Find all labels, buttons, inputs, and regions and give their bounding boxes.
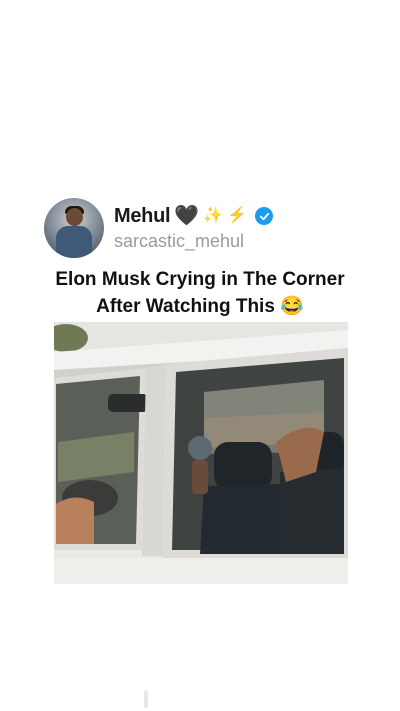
car-window-photo	[54, 322, 348, 584]
author-name[interactable]: Mehul	[114, 205, 171, 228]
black-heart-icon: 🖤	[174, 205, 200, 227]
caption-line-1: Elon Musk Crying in The Corner	[55, 269, 345, 290]
scroll-indicator	[144, 690, 148, 708]
verified-badge-icon	[255, 207, 274, 225]
author-handle[interactable]: sarcastic_mehul	[114, 231, 273, 252]
author-name-row: Mehul 🖤 ✨ ⚡	[114, 205, 274, 228]
sparkles-icon: ✨	[203, 207, 224, 224]
post-video[interactable]	[54, 322, 348, 584]
author-info: Mehul 🖤 ✨ ⚡ sarcastic_mehul	[114, 205, 274, 252]
avatar[interactable]	[44, 198, 104, 258]
caption-line-2: After Watching This 😂	[96, 296, 304, 317]
post-header: Mehul 🖤 ✨ ⚡ sarcastic_mehul	[44, 198, 274, 258]
post-caption: Elon Musk Crying in The Corner After Wat…	[0, 266, 400, 320]
post-card: Mehul 🖤 ✨ ⚡ sarcastic_mehul Elon Musk Cr…	[0, 0, 400, 711]
high-voltage-icon: ⚡	[227, 207, 248, 224]
